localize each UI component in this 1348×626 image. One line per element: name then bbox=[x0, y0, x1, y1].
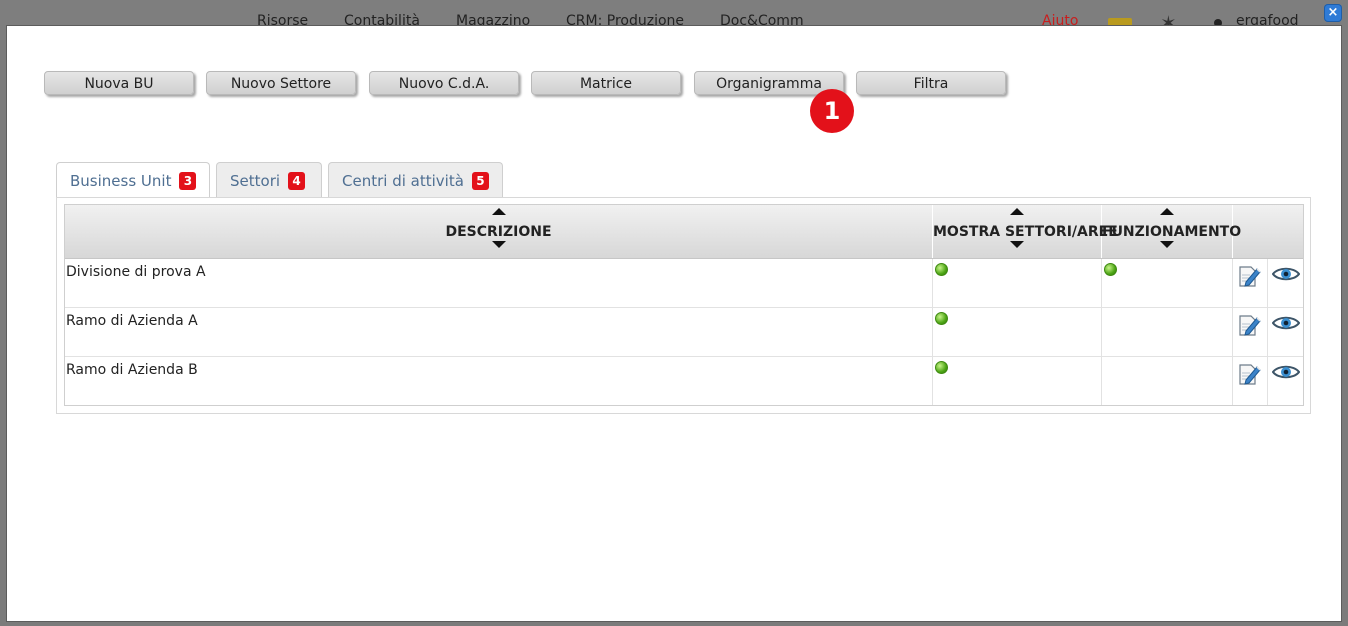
nuovo-cda-button[interactable]: Nuovo C.d.A. bbox=[369, 71, 519, 95]
cell-funzionamento bbox=[1102, 308, 1233, 357]
cell-edit bbox=[1233, 357, 1268, 405]
eye-icon[interactable] bbox=[1272, 364, 1300, 380]
close-button[interactable]: × bbox=[1324, 4, 1342, 22]
sort-asc-icon[interactable] bbox=[1160, 208, 1174, 215]
cell-mostra-settori bbox=[933, 357, 1102, 405]
cell-view bbox=[1268, 308, 1303, 357]
matrice-button[interactable]: Matrice bbox=[531, 71, 681, 95]
cell-descrizione: Ramo di Azienda B bbox=[65, 357, 933, 405]
column-label: FUNZIONAMENTO bbox=[1102, 224, 1242, 240]
row-description: Ramo di Azienda B bbox=[66, 362, 198, 378]
column-header-funzionamento[interactable]: FUNZIONAMENTO bbox=[1102, 205, 1242, 258]
tab-business-unit[interactable]: Business Unit 3 bbox=[56, 162, 210, 199]
table-row[interactable]: Ramo di Azienda A bbox=[65, 308, 1303, 357]
status-dot-icon bbox=[935, 361, 948, 374]
tab-label: Settori bbox=[230, 172, 281, 190]
cell-descrizione: Ramo di Azienda A bbox=[65, 308, 933, 357]
cell-funzionamento bbox=[1102, 259, 1233, 308]
sort-desc-icon[interactable] bbox=[491, 241, 506, 248]
cell-view bbox=[1268, 259, 1303, 308]
eye-icon[interactable] bbox=[1272, 266, 1300, 282]
column-header-descrizione[interactable]: DESCRIZIONE bbox=[65, 205, 933, 258]
status-dot-icon bbox=[935, 263, 948, 276]
row-description: Divisione di prova A bbox=[66, 264, 206, 280]
table-row[interactable]: Divisione di prova A bbox=[65, 259, 1303, 308]
nuova-bu-button[interactable]: Nuova BU bbox=[44, 71, 194, 95]
sort-desc-icon[interactable] bbox=[1010, 241, 1024, 248]
eye-icon[interactable] bbox=[1272, 315, 1300, 331]
tab-label: Business Unit bbox=[70, 172, 172, 190]
nuovo-settore-button[interactable]: Nuovo Settore bbox=[206, 71, 356, 95]
column-label: MOSTRA SETTORI/AREE bbox=[933, 224, 1118, 240]
callout-badge: 1 bbox=[810, 89, 854, 133]
sort-asc-icon[interactable] bbox=[491, 208, 506, 215]
edit-icon[interactable] bbox=[1236, 312, 1262, 338]
grid-header: DESCRIZIONE MOSTRA SETTORI/AREE FUNZIONA… bbox=[65, 205, 1303, 259]
edit-icon[interactable] bbox=[1236, 263, 1262, 289]
filtra-button[interactable]: Filtra bbox=[856, 71, 1006, 95]
cell-edit bbox=[1233, 308, 1268, 357]
cell-edit bbox=[1233, 259, 1268, 308]
tab-badge: 3 bbox=[179, 172, 197, 190]
row-description: Ramo di Azienda A bbox=[66, 313, 198, 329]
table-row[interactable]: Ramo di Azienda B bbox=[65, 357, 1303, 405]
tab-label: Centri di attività bbox=[342, 172, 464, 190]
tab-badge: 5 bbox=[471, 172, 489, 190]
column-label: DESCRIZIONE bbox=[445, 224, 552, 240]
tab-settori[interactable]: Settori 4 bbox=[216, 162, 322, 198]
column-header-mostra-settori[interactable]: MOSTRA SETTORI/AREE bbox=[933, 205, 1118, 258]
cell-view bbox=[1268, 357, 1303, 405]
cell-funzionamento bbox=[1102, 357, 1233, 405]
edit-icon[interactable] bbox=[1236, 361, 1262, 387]
cell-descrizione: Divisione di prova A bbox=[65, 259, 933, 308]
status-dot-icon bbox=[1104, 263, 1117, 276]
column-header-actions bbox=[1233, 205, 1303, 258]
sort-asc-icon[interactable] bbox=[1010, 208, 1024, 215]
sort-desc-icon[interactable] bbox=[1160, 241, 1174, 248]
cell-mostra-settori bbox=[933, 308, 1102, 357]
status-dot-icon bbox=[935, 312, 948, 325]
cell-mostra-settori bbox=[933, 259, 1102, 308]
tab-badge: 4 bbox=[288, 172, 306, 190]
business-unit-grid: DESCRIZIONE MOSTRA SETTORI/AREE FUNZIONA… bbox=[64, 204, 1304, 406]
tab-centri-di-attivita[interactable]: Centri di attività 5 bbox=[328, 162, 503, 198]
